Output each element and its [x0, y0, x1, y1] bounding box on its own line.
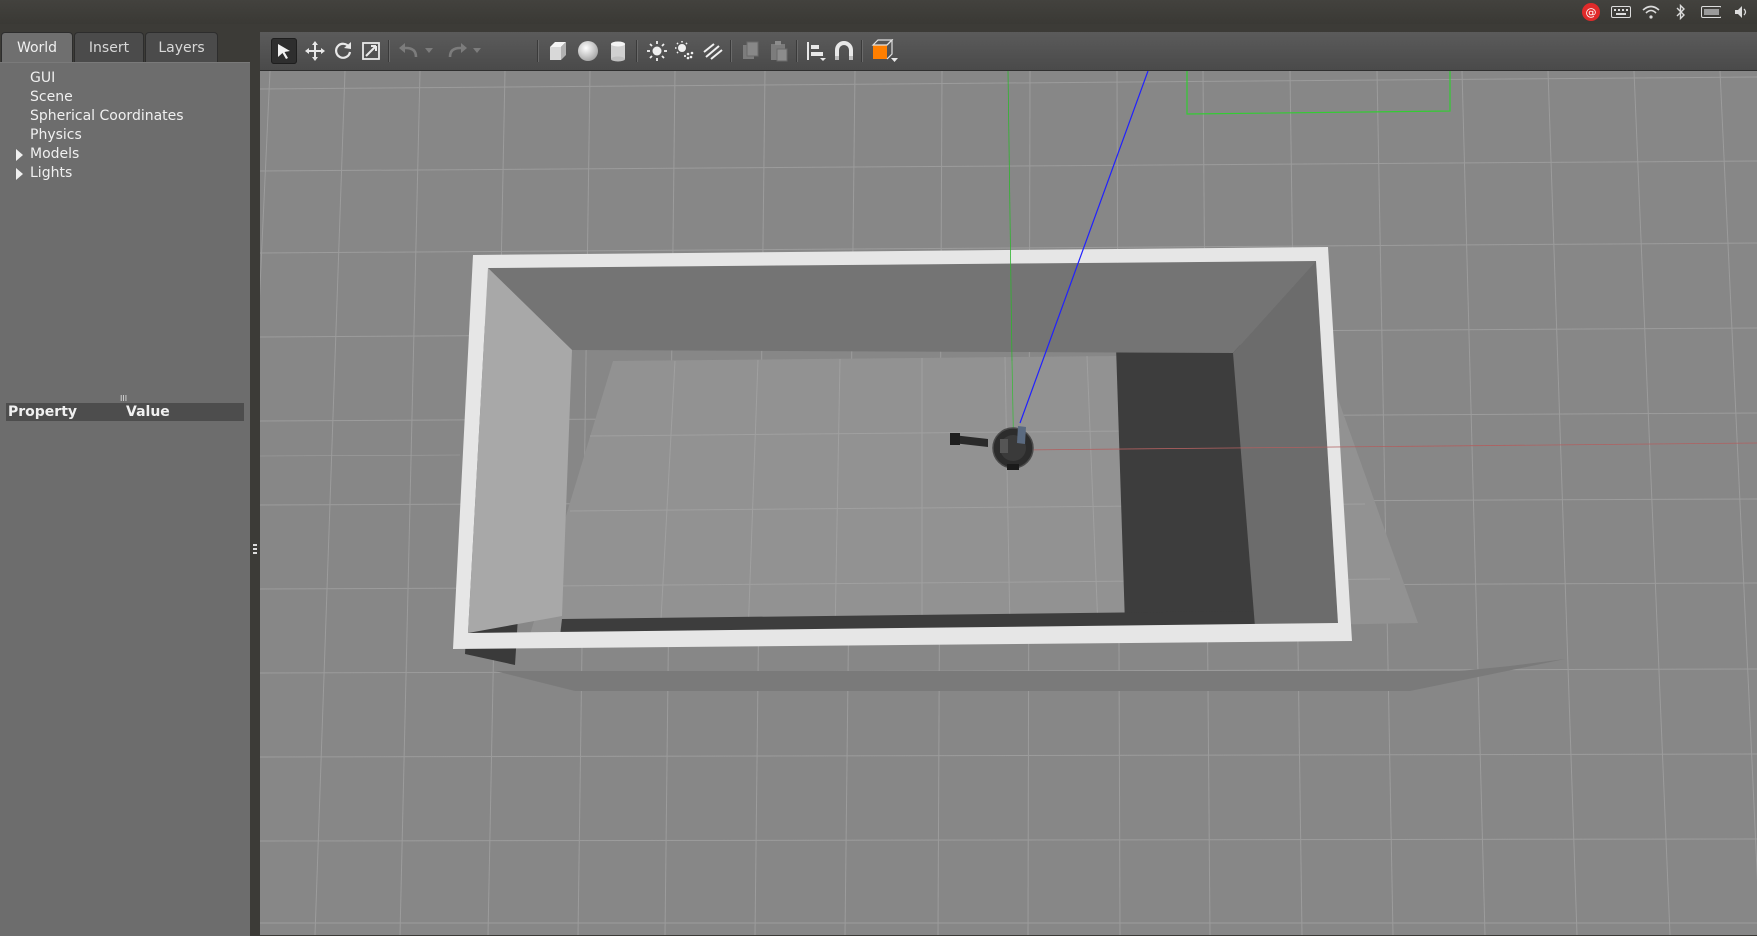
battery-icon[interactable] — [1701, 3, 1721, 21]
view-angle-icon[interactable] — [868, 38, 900, 64]
scale-mode-icon[interactable] — [358, 38, 384, 64]
point-light-icon[interactable] — [644, 38, 670, 64]
redo-history-icon[interactable] — [470, 38, 484, 64]
properties-table-header: Property Value — [6, 403, 244, 421]
undo-history-icon[interactable] — [422, 38, 436, 64]
directional-light-icon[interactable] — [700, 38, 726, 64]
world-panel: GUI Scene Spherical Coordinates Physics … — [0, 62, 250, 936]
panel-splitter[interactable] — [250, 24, 260, 935]
redo-icon[interactable] — [444, 38, 470, 64]
translate-mode-icon[interactable] — [302, 38, 328, 64]
left-panel-tabs: World Insert Layers — [0, 32, 252, 64]
bluetooth-icon[interactable] — [1671, 3, 1691, 21]
splitter-grip-icon — [253, 544, 257, 556]
tree-item-lights[interactable]: Lights — [0, 164, 250, 183]
align-icon[interactable] — [803, 38, 829, 64]
property-column-header[interactable]: Property — [8, 403, 77, 421]
paste-icon[interactable] — [766, 38, 792, 64]
floor-shadow-right — [1116, 344, 1255, 626]
toolbar — [260, 32, 1757, 71]
scene-viewport[interactable] — [260, 71, 1757, 935]
spot-light-icon[interactable] — [672, 38, 698, 64]
volume-icon[interactable] — [1731, 3, 1751, 21]
scene-render[interactable] — [260, 71, 1757, 935]
wall-inner-top — [488, 261, 1316, 353]
tree-item-gui[interactable]: GUI — [0, 69, 250, 88]
tab-world[interactable]: World — [1, 32, 73, 64]
svg-text:@: @ — [1586, 6, 1597, 19]
tree-item-scene[interactable]: Scene — [0, 88, 250, 107]
value-column-header[interactable]: Value — [126, 403, 170, 421]
keyboard-icon[interactable] — [1611, 3, 1631, 21]
system-tray: @ — [1581, 0, 1757, 24]
world-tree: GUI Scene Spherical Coordinates Physics … — [0, 69, 250, 183]
undo-icon[interactable] — [396, 38, 422, 64]
expand-arrow-icon[interactable] — [16, 149, 23, 161]
select-mode-icon[interactable] — [271, 38, 297, 64]
tree-item-models[interactable]: Models — [0, 145, 250, 164]
snap-icon[interactable] — [831, 38, 857, 64]
tab-layers[interactable]: Layers — [145, 32, 218, 62]
system-top-bar: @ — [0, 0, 1757, 24]
expand-arrow-icon[interactable] — [16, 168, 23, 180]
copy-icon[interactable] — [738, 38, 764, 64]
tree-item-label: Models — [30, 146, 80, 162]
tree-item-label: Physics — [30, 127, 82, 143]
tree-item-label: Spherical Coordinates — [30, 108, 184, 124]
box-shape-icon[interactable] — [545, 38, 571, 64]
tree-item-spherical-coordinates[interactable]: Spherical Coordinates — [0, 107, 250, 126]
cylinder-shape-icon[interactable] — [605, 38, 631, 64]
tree-item-label: GUI — [30, 70, 56, 86]
rotate-mode-icon[interactable] — [330, 38, 356, 64]
sphere-shape-icon[interactable] — [575, 38, 601, 64]
tree-item-physics[interactable]: Physics — [0, 126, 250, 145]
left-panel: World Insert Layers GUI Scene Spherical … — [0, 24, 252, 936]
wifi-icon[interactable] — [1641, 3, 1661, 21]
tree-item-label: Lights — [30, 165, 73, 181]
tab-insert[interactable]: Insert — [74, 32, 144, 62]
properties-resize-handle[interactable]: III — [120, 395, 128, 403]
netease-music-icon[interactable]: @ — [1581, 3, 1601, 21]
tree-item-label: Scene — [30, 89, 73, 105]
